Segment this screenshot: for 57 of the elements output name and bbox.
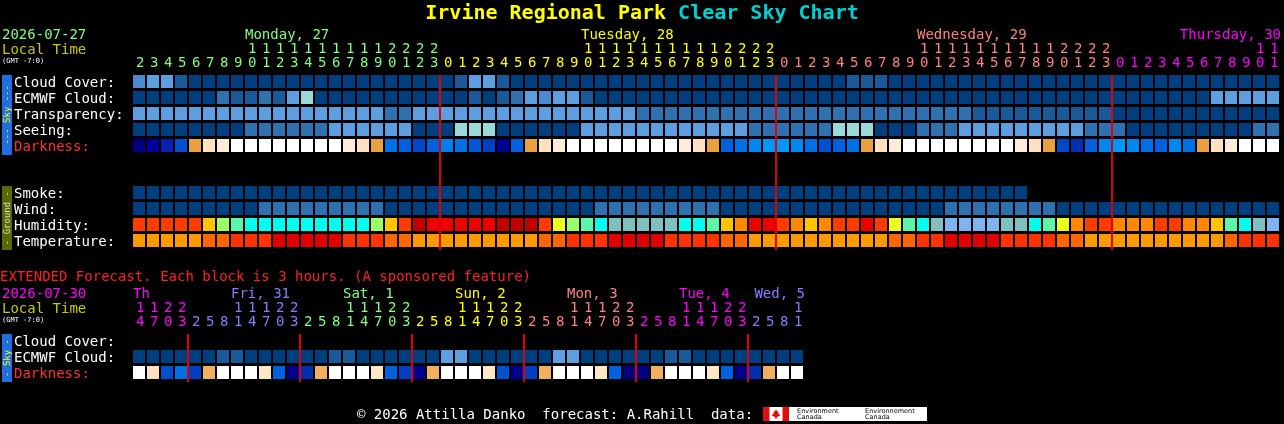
- row-label: Smoke:: [13, 186, 66, 200]
- hour-tens-label: 11111111112222: [920, 41, 1116, 55]
- day-label: Wed, 5: [754, 286, 805, 300]
- row-label: Wind:: [13, 202, 58, 216]
- extended-forecast-note: EXTENDED Forecast. Each block is 3 hours. (A sponsored feature): [0, 269, 532, 283]
- day-label: Th: [133, 286, 150, 300]
- day-label: Sun, 2: [455, 286, 506, 300]
- hour-tens-label: 11: [1255, 41, 1284, 55]
- row-label: Darkness:: [13, 366, 91, 380]
- row-label: Cloud Cover:: [13, 334, 117, 348]
- row-label: Temperature:: [13, 234, 117, 248]
- hour-tens-label: 1: [793, 300, 808, 314]
- hour-tens-label: 11111111112222: [584, 41, 780, 55]
- hour-ones-label: 2581: [751, 314, 805, 328]
- ground-section-bar: - Ground -: [2, 186, 12, 250]
- date-label: 2026-07-27: [2, 27, 88, 42]
- row-label: Cloud Cover:: [13, 75, 117, 89]
- hour-ones-label: 012345678901234567890123: [443, 55, 777, 69]
- hour-ones-label: 012345678901: [1115, 55, 1281, 69]
- day-label: Thursday, 30: [1179, 27, 1281, 41]
- day-label: Sat, 1: [343, 286, 394, 300]
- hour-ones-label: 4703: [135, 314, 189, 328]
- local-time-label: Local Time: [2, 301, 88, 316]
- hour-tens-label: 11122: [346, 300, 416, 314]
- flag-icon: [763, 407, 790, 421]
- chart-name-title: Clear Sky Chart: [678, 0, 859, 24]
- row-label: ECMWF Cloud:: [13, 91, 117, 105]
- hour-ones-label: 2345678901234567890123: [135, 55, 441, 69]
- hour-tens-label: 1122: [135, 300, 192, 314]
- row-label: Transparency:: [13, 107, 125, 121]
- day-label: Monday, 27: [245, 27, 330, 41]
- row-label: Seeing:: [13, 123, 74, 137]
- row-label: ECMWF Cloud:: [13, 350, 117, 364]
- hour-ones-label: 25814703: [415, 314, 525, 328]
- hour-ones-label: 012345678901234567890123: [779, 55, 1113, 69]
- sky-section-bar: - Sky -: [2, 334, 12, 382]
- day-label: Tue, 4: [679, 286, 730, 300]
- row-label: Darkness:: [13, 139, 91, 153]
- hour-ones-label: 25814703: [527, 314, 637, 328]
- credit-text: © 2026 Attilla Danko forecast: A.Rahill data:: [356, 406, 754, 422]
- day-label: Mon, 3: [567, 286, 618, 300]
- hour-ones-label: 25814703: [639, 314, 749, 328]
- sky-section-bar: --- Sky ---: [2, 75, 12, 155]
- hour-tens-label: 11122: [682, 300, 752, 314]
- day-label: Tuesday, 28: [581, 27, 674, 41]
- hour-tens-label: 11111111112222: [248, 41, 444, 55]
- hour-ones-label: 25814703: [191, 314, 301, 328]
- hour-tens-label: 11122: [570, 300, 640, 314]
- day-label: Fri, 31: [231, 286, 290, 300]
- row-label: Humidity:: [13, 218, 91, 232]
- hour-tens-label: 11122: [458, 300, 528, 314]
- hour-tens-label: 11122: [234, 300, 304, 314]
- date-label: 2026-07-30: [2, 286, 88, 301]
- local-time-label: Local Time: [2, 42, 88, 57]
- location-title: Irvine Regional Park: [425, 0, 667, 24]
- hour-ones-label: 25814703: [303, 314, 413, 328]
- day-label: Wednesday, 29: [917, 27, 1027, 41]
